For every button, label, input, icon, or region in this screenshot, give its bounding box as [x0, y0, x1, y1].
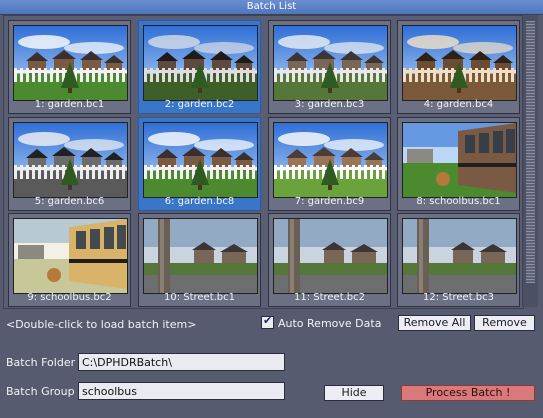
window-title-bar: Batch List — [0, 0, 543, 15]
batch-item-tile[interactable]: 8: schoolbus.bc1 — [397, 117, 520, 211]
batch-item-tile[interactable]: 3: garden.bc3 — [268, 20, 391, 114]
double-click-hint: <Double-click to load batch item> — [6, 318, 197, 331]
batch-group-label: Batch Group — [6, 385, 75, 398]
batch-item-caption: 5: garden.bc6 — [34, 196, 105, 207]
batch-item-tile[interactable]: 12: Street.bc3 — [397, 213, 520, 307]
batch-item-caption: 10: Street.bc1 — [163, 292, 236, 303]
auto-remove-checkbox[interactable]: ✔ — [261, 314, 274, 329]
batch-item-thumbnail[interactable] — [402, 218, 517, 294]
batch-item-caption: 12: Street.bc3 — [422, 292, 495, 303]
batch-item-tile[interactable]: 5: garden.bc6 — [8, 117, 131, 211]
scrollbar-track[interactable] — [526, 21, 535, 283]
batch-folder-label: Batch Folder — [6, 356, 76, 369]
batch-item-tile[interactable]: 7: garden.bc9 — [268, 117, 391, 211]
batch-item-caption: 9: schoolbus.bc2 — [27, 292, 112, 303]
batch-item-thumbnail[interactable] — [273, 218, 388, 294]
checkmark-icon: ✔ — [263, 314, 273, 327]
batch-item-thumbnail[interactable] — [143, 122, 258, 198]
batch-item-tile[interactable]: 9: schoolbus.bc2 — [8, 213, 131, 307]
batch-item-tile[interactable]: 11: Street.bc2 — [268, 213, 391, 307]
remove-all-button[interactable]: Remove All — [398, 315, 471, 331]
batch-item-caption: 11: Street.bc2 — [293, 292, 366, 303]
batch-item-caption: 6: garden.bc8 — [164, 196, 235, 207]
batch-item-caption: 3: garden.bc3 — [294, 99, 365, 110]
batch-item-tile[interactable]: 2: garden.bc2 — [138, 20, 261, 114]
batch-item-tile[interactable]: 1: garden.bc1 — [8, 20, 131, 114]
batch-item-tile[interactable]: 6: garden.bc8 — [138, 117, 261, 211]
batch-item-thumbnail[interactable] — [273, 25, 388, 101]
batch-item-caption: 1: garden.bc1 — [34, 99, 105, 110]
hide-button[interactable]: Hide — [324, 385, 384, 401]
batch-item-thumbnail[interactable] — [402, 122, 517, 198]
batch-item-thumbnail[interactable] — [402, 25, 517, 101]
batch-item-caption: 2: garden.bc2 — [164, 99, 235, 110]
batch-item-caption: 4: garden.bc4 — [423, 99, 494, 110]
batch-item-tile[interactable]: 10: Street.bc1 — [138, 213, 261, 307]
batch-item-tile[interactable]: 4: garden.bc4 — [397, 20, 520, 114]
window-title: Batch List — [246, 1, 297, 12]
batch-item-thumbnail[interactable] — [143, 25, 258, 101]
process-batch-button[interactable]: Process Batch ! — [401, 385, 535, 401]
batch-item-thumbnail[interactable] — [273, 122, 388, 198]
batch-item-thumbnail[interactable] — [13, 122, 128, 198]
auto-remove-label[interactable]: Auto Remove Data — [278, 317, 381, 330]
batch-folder-field[interactable] — [78, 353, 285, 371]
batch-item-thumbnail[interactable] — [143, 218, 258, 294]
batch-item-thumbnail[interactable] — [13, 218, 128, 294]
batch-item-caption: 7: garden.bc9 — [294, 196, 365, 207]
batch-item-caption: 8: schoolbus.bc1 — [416, 196, 501, 207]
batch-item-thumbnail[interactable] — [13, 25, 128, 101]
vertical-scrollbar[interactable] — [522, 15, 538, 307]
batch-group-field[interactable] — [78, 382, 285, 400]
remove-button[interactable]: Remove — [474, 315, 535, 331]
batch-grid: 1: garden.bc1 2: garden.bc2 3: garden.bc… — [3, 15, 524, 309]
